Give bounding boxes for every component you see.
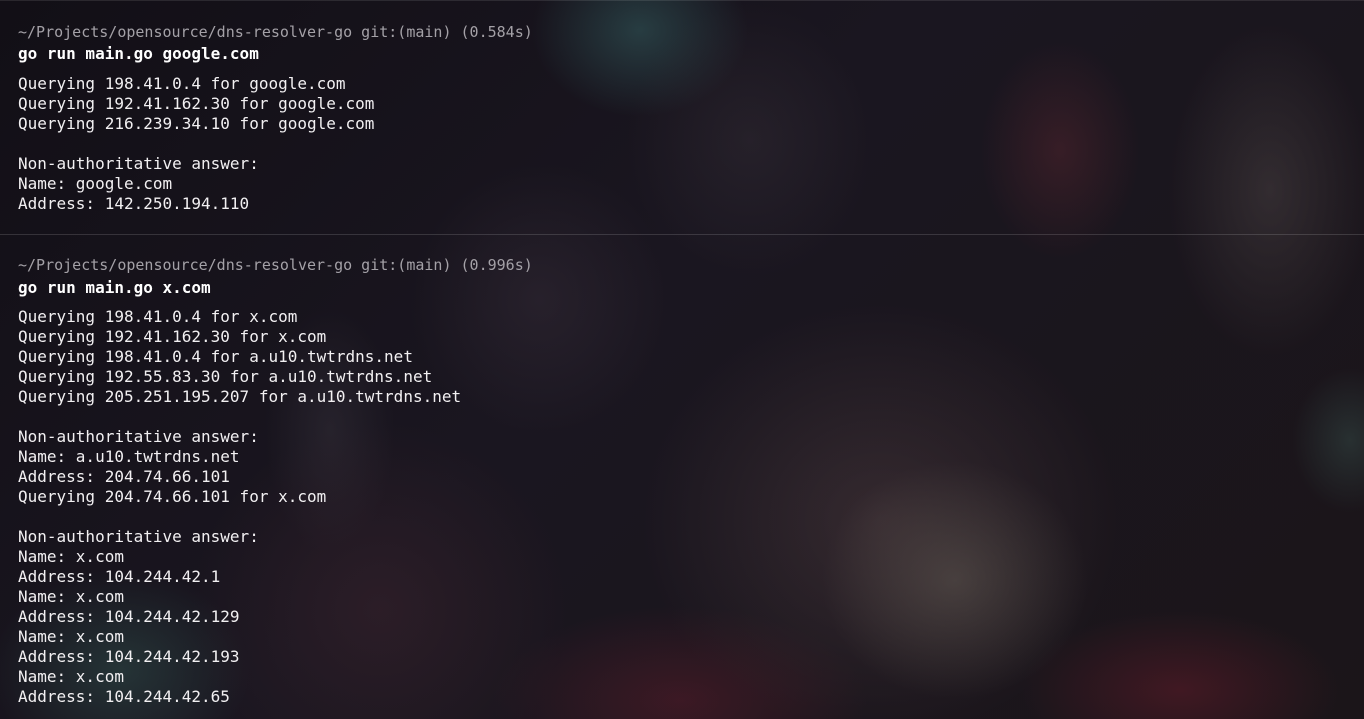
output-line: Name: google.com [18, 174, 173, 193]
command-line: go run main.go google.com [18, 44, 259, 63]
output-line: Address: 104.244.42.193 [18, 647, 240, 666]
output-line: Address: 204.74.66.101 [18, 467, 230, 486]
output-line: Querying 204.74.66.101 for x.com [18, 487, 327, 506]
command-line: go run main.go x.com [18, 278, 211, 297]
output-line: Non-authoritative answer: [18, 527, 259, 546]
output-line: Querying 216.239.34.10 for google.com [18, 114, 375, 133]
command-output: Querying 198.41.0.4 for google.com Query… [18, 74, 374, 214]
output-line: Name: x.com [18, 627, 124, 646]
output-line: Address: 142.250.194.110 [18, 194, 250, 213]
output-line: Non-authoritative answer: [18, 154, 259, 173]
output-line: Querying 198.41.0.4 for google.com [18, 74, 346, 93]
output-line: Name: x.com [18, 667, 124, 686]
command-block-1[interactable]: ~/Projects/opensource/dns-resolver-go gi… [0, 0, 1364, 235]
output-line: Querying 198.41.0.4 for x.com [18, 307, 298, 326]
output-line: Querying 192.55.83.30 for a.u10.twtrdns.… [18, 367, 433, 386]
output-line: Address: 104.244.42.65 [18, 687, 230, 706]
output-line [18, 407, 461, 427]
output-line: Non-authoritative answer: [18, 427, 259, 446]
command-output: Querying 198.41.0.4 for x.com Querying 1… [18, 307, 461, 707]
output-line: Querying 192.41.162.30 for google.com [18, 94, 375, 113]
output-line: Address: 104.244.42.129 [18, 607, 240, 626]
output-line [18, 134, 374, 154]
prompt-line: ~/Projects/opensource/dns-resolver-go gi… [18, 23, 533, 41]
terminal-output[interactable]: ~/Projects/opensource/dns-resolver-go gi… [0, 0, 1364, 719]
command-block-2[interactable]: ~/Projects/opensource/dns-resolver-go gi… [0, 234, 1364, 719]
output-line: Name: x.com [18, 547, 124, 566]
output-line: Name: x.com [18, 587, 124, 606]
output-line: Name: a.u10.twtrdns.net [18, 447, 240, 466]
output-line [18, 507, 461, 527]
prompt-line: ~/Projects/opensource/dns-resolver-go gi… [18, 256, 533, 274]
output-line: Querying 192.41.162.30 for x.com [18, 327, 327, 346]
output-line: Querying 198.41.0.4 for a.u10.twtrdns.ne… [18, 347, 413, 366]
output-line: Querying 205.251.195.207 for a.u10.twtrd… [18, 387, 462, 406]
output-line: Address: 104.244.42.1 [18, 567, 221, 586]
